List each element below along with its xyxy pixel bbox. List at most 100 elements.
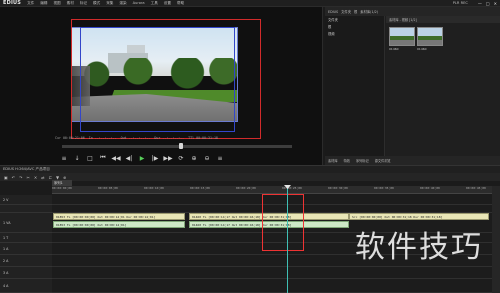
menu-marker[interactable]: 标记 [77,1,90,6]
scrub-bar[interactable] [62,145,292,148]
audio-clip[interactable]: 01853 TL [00:00:00;00] Out 00:00:14;01] [53,221,185,228]
track-header-1v-empty [0,205,52,213]
video-clip[interactable]: 01853 TL [00:00:00;00] Out 00:00:14;01 D… [53,213,185,220]
folder-label[interactable]: 文件夹 [341,9,351,14]
track-header-3a[interactable]: 3 A [0,267,52,279]
loop-button[interactable]: ⟳ [177,154,185,162]
ttl-timecode: TTl 00:00:31:18 [188,136,218,140]
timeline-title: EDIUS H:264/AVC 产品项目 [3,167,50,171]
save-icon[interactable]: ▣ [4,175,8,180]
step-forward-button[interactable]: |▶ [151,154,159,162]
tree-video[interactable]: 视频 [325,30,384,37]
menu-view[interactable]: 视图 [50,1,63,6]
close-icon[interactable]: ✕ [494,1,497,6]
clip-header: 素材库 - 视频 [1/2] [386,16,500,23]
menu-settings[interactable]: 设置 [161,1,174,6]
tab-effects[interactable]: 特效 [344,158,350,163]
ruler-tick-label: 00:00:40;00 [420,186,440,190]
bin-toolbar: EDIUS 文件夹 根 素材库(1/2) [325,7,500,16]
video-clip[interactable]: Src [00:00:00;00] Out 00:00:31;18 Dur 00… [349,213,489,220]
insert-button[interactable]: ⊕ [190,154,198,162]
timeline-ruler[interactable]: 00:00:00;00 00:00:05;00 00:00:10;00 00:00:1… [52,186,492,194]
bin-logo: EDIUS [328,9,339,14]
timeline-cursor[interactable] [287,186,288,293]
go-start-button[interactable]: ⏮ [99,154,107,162]
timeline-toolbar: ▣ ↶ ↷ ✂ ✕ ⇄ ⊏ ▼ ⊕ [0,173,500,181]
minimize-icon[interactable]: — [478,1,482,6]
window-buttons: PLR REC — □ ✕ [453,1,500,6]
dur-timecode: Dur --:--:--:-- [154,136,185,140]
marker-icon[interactable]: ▼ [56,175,59,180]
track-header-1t[interactable]: 1 T [0,233,52,243]
player-panel: Cur 00:00:21:06 In --:--:--:-- Out --:--… [0,7,323,165]
options-button[interactable]: ≡ [216,154,224,162]
bin-tabs: 素材库 特效 序列标记 源文件浏览 [325,156,500,165]
menu-aurora[interactable]: Aurora [130,1,148,5]
tree-folder[interactable]: 文件夹 [325,16,384,23]
track-header-1va[interactable]: 1 VA [0,213,52,233]
lane[interactable] [52,279,492,293]
root-label[interactable]: 根 [354,9,357,14]
ruler-tick-label: 00:00:00;00 [52,186,72,190]
menu-file[interactable]: 文件 [24,1,37,6]
menu-help[interactable]: 帮助 [174,1,187,6]
library-label: 素材库(1/2) [360,10,379,14]
track-header-4a[interactable]: 4 A [0,279,52,293]
tab-source-browser[interactable]: 源文件浏览 [375,158,391,163]
app-logo: EDIUS [3,0,22,6]
in-timecode: In --:--:--:-- [88,136,117,140]
rewind-button[interactable]: ◀◀ [111,154,120,162]
scrub-handle[interactable] [179,143,183,149]
highlight-box [262,194,304,251]
undo-icon[interactable]: ↶ [12,175,15,180]
clip-label: 01460 [389,47,399,51]
menu-tools[interactable]: 工具 [148,1,161,6]
fast-forward-button[interactable]: ▶▶ [163,154,172,162]
menu-capture[interactable]: 采集 [103,1,116,6]
track-header-2v[interactable]: 2 V [0,195,52,205]
menu-mode[interactable]: 模式 [90,1,103,6]
step-back-button[interactable]: ◀| [125,154,133,162]
delete-icon[interactable]: ✕ [34,175,37,180]
ruler-tick-label: 00:00:25;00 [282,186,302,190]
stop-button[interactable]: □ [86,154,94,162]
ruler-tick-label: 00:00:20;00 [236,186,256,190]
ruler-tick-label: 00:00:15;00 [190,186,210,190]
out-timecode: Out --:--:--:-- [120,136,151,140]
watermark-text: 软件技巧 [355,230,483,265]
cur-timecode: Cur 00:00:21:06 [55,136,85,140]
cut-icon[interactable]: ✂ [27,175,30,180]
menu-clip[interactable]: 素材 [64,1,77,6]
play-button[interactable]: ▶ [138,154,146,162]
tree-root[interactable]: 根 [325,23,384,30]
ripple-icon[interactable]: ⇄ [41,175,44,180]
lane[interactable] [52,267,492,279]
tab-sequence-markers[interactable]: 序列标记 [356,158,369,163]
zoom-icon[interactable]: ⊕ [63,175,66,180]
menu-edit[interactable]: 编辑 [37,1,50,6]
track-header-2a[interactable]: 2 A [0,255,52,267]
track-headers: 2 V 1 VA 1 T 1 A 2 A 3 A 4 A [0,195,52,293]
menu-icon[interactable]: ≡ [60,154,68,162]
maximize-icon[interactable]: □ [486,1,490,6]
snap-icon[interactable]: ⊏ [49,175,52,180]
overwrite-button[interactable]: ⊖ [203,154,211,162]
transport-controls: ≡ ↓ □ ⏮ ◀◀ ◀| ▶ |▶ ▶▶ ⟳ ⊕ ⊖ ≡ [60,153,300,163]
ruler-tick-label: 00:00:10;00 [144,186,164,190]
down-arrow-icon[interactable]: ↓ [73,154,81,162]
timecode-row: Cur 00:00:21:06 In --:--:--:-- Out --:--… [55,135,218,141]
bin-panel: EDIUS 文件夹 根 素材库(1/2) 文件夹 根 视频 素材库 - 视频 [… [325,7,500,165]
redo-icon[interactable]: ↷ [19,175,22,180]
clip-thumbnail[interactable] [389,27,415,46]
safe-area-inner [80,27,235,132]
menu-render[interactable]: 渲染 [116,1,129,6]
timeline-vertical-scrollbar[interactable] [492,186,500,293]
folder-tree: 文件夹 根 视频 [325,16,385,156]
clip-grid: 素材库 - 视频 [1/2] 01460 01460 [386,16,500,156]
menu-bar: EDIUS 文件 编辑 视图 素材 标记 模式 采集 渲染 Aurora 工具 … [0,0,500,7]
tab-library[interactable]: 素材库 [328,158,338,163]
clip-thumbnail[interactable] [417,27,443,46]
ruler-tick-label: 00:00:30;00 [328,186,348,190]
plr-rec-label[interactable]: PLR REC [453,1,468,6]
track-header-1a[interactable]: 1 A [0,243,52,255]
